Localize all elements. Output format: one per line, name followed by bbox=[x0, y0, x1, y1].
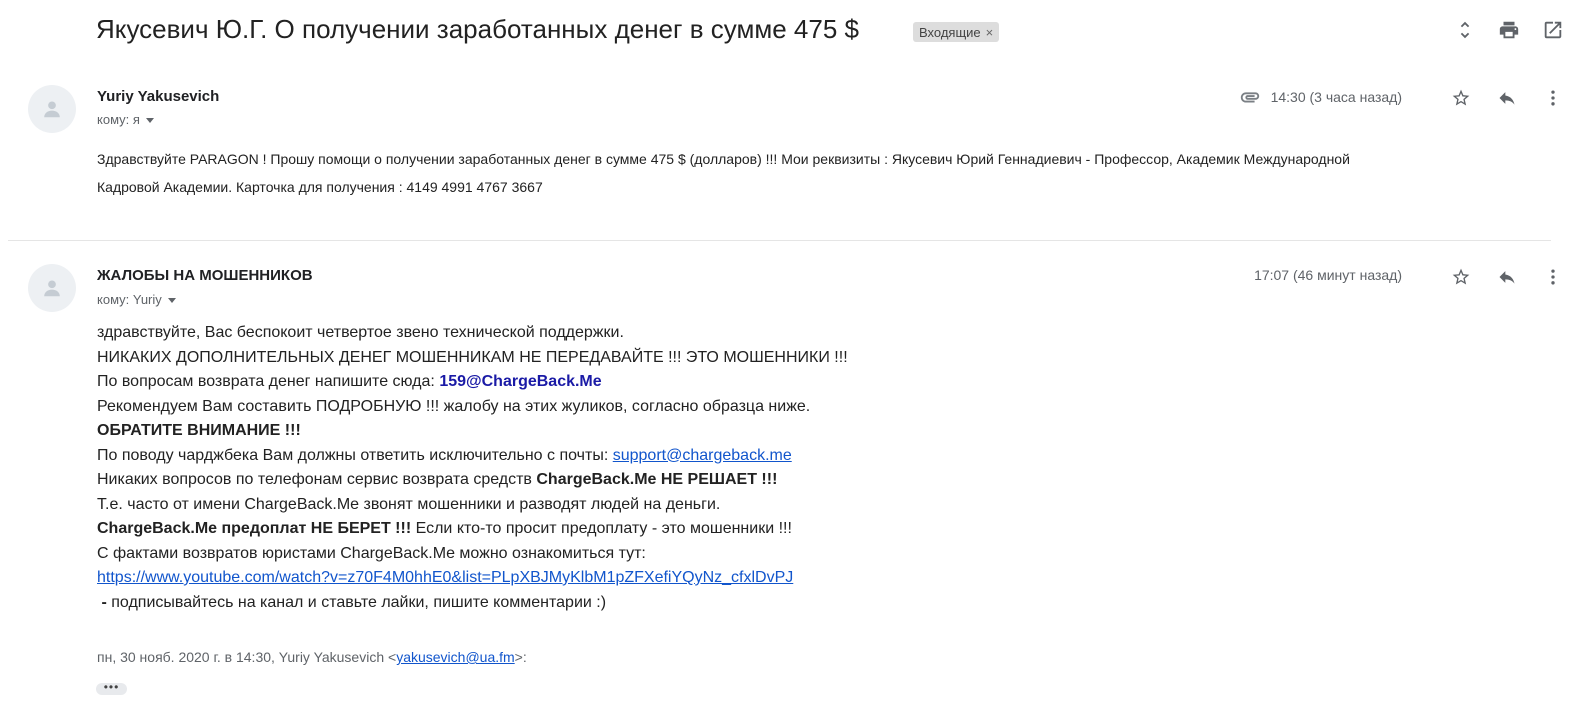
body-text: По поводу чарджбека Вам должны ответить … bbox=[97, 446, 613, 464]
person-icon bbox=[44, 101, 60, 118]
recipients-label: кому: я bbox=[97, 112, 140, 127]
inbox-label-chip[interactable]: Входящие × bbox=[913, 22, 1000, 42]
message-divider bbox=[8, 240, 1551, 241]
more-vert-icon[interactable] bbox=[1541, 86, 1565, 110]
message-meta: 14:30 (3 часа назад) bbox=[1239, 86, 1402, 108]
sender-avatar bbox=[28, 264, 76, 312]
star-icon[interactable] bbox=[1449, 86, 1473, 110]
quote-prefix: пн, 30 нояб. 2020 г. в 14:30, Yuriy Yaku… bbox=[97, 649, 397, 665]
chargeback-email[interactable]: 159@ChargeBack.Me bbox=[439, 373, 601, 390]
body-line: Т.е. часто от имени ChargeBack.Me звонят… bbox=[97, 495, 721, 513]
top-toolbar bbox=[1453, 18, 1565, 42]
open-new-window-icon[interactable] bbox=[1541, 18, 1565, 42]
attachment-icon bbox=[1240, 92, 1259, 103]
body-text: подписывайтесь на канал и ставьте лайки,… bbox=[106, 593, 607, 611]
quote-suffix: >: bbox=[514, 649, 527, 665]
inbox-label-text: Входящие bbox=[919, 24, 981, 40]
sender-name[interactable]: ЖАЛОБЫ НА МОШЕННИКОВ bbox=[97, 267, 313, 284]
body-line: По поводу чарджбека Вам должны ответить … bbox=[97, 444, 848, 469]
message-actions bbox=[1449, 86, 1565, 110]
recipients-dropdown[interactable]: кому: я bbox=[97, 112, 154, 127]
show-trimmed-content-button[interactable]: ••• bbox=[96, 681, 127, 695]
recipients-label: кому: Yuriy bbox=[97, 292, 162, 307]
message2-body: здравствуйте, Вас беспокоит четвертое зв… bbox=[97, 321, 848, 615]
expand-collapse-icon[interactable] bbox=[1453, 18, 1477, 42]
reply-icon[interactable] bbox=[1495, 86, 1519, 110]
body-line: НИКАКИХ ДОПОЛНИТЕЛЬНЫХ ДЕНЕГ МОШЕННИКАМ … bbox=[97, 348, 848, 366]
body-line: Рекомендуем Вам составить ПОДРОБНУЮ !!! … bbox=[97, 397, 811, 415]
body-line: С фактами возвратов юристами ChargeBack.… bbox=[97, 544, 646, 562]
message1-line: Кадровой Академии. Карточка для получени… bbox=[97, 179, 543, 195]
body-line: здравствуйте, Вас беспокоит четвертое зв… bbox=[97, 324, 624, 341]
body-text: По вопросам возврата денег напишите сюда… bbox=[97, 373, 440, 390]
quote-email-link[interactable]: yakusevich@ua.fm bbox=[396, 649, 514, 665]
more-vert-icon[interactable] bbox=[1541, 265, 1565, 289]
support-email-link[interactable]: support@chargeback.me bbox=[613, 447, 792, 464]
reply-icon[interactable] bbox=[1495, 265, 1519, 289]
message-time: 17:07 (46 минут назад) bbox=[1254, 267, 1402, 283]
message-meta: 17:07 (46 минут назад) bbox=[1254, 267, 1402, 283]
body-line: Никаких вопросов по телефонам сервис воз… bbox=[97, 468, 848, 493]
chevron-down-icon bbox=[145, 118, 154, 123]
body-line: ChargeBack.Me предоплат НЕ БЕРЕТ !!! Есл… bbox=[97, 517, 848, 542]
youtube-link[interactable]: https://www.youtube.com/watch?v=z70F4M0h… bbox=[97, 569, 793, 586]
print-icon[interactable] bbox=[1497, 18, 1521, 42]
body-text: Если кто-то просит предоплату - это моше… bbox=[411, 520, 792, 537]
body-text: Никаких вопросов по телефонам сервис воз… bbox=[97, 471, 537, 488]
recipients-dropdown[interactable]: кому: Yuriy bbox=[97, 292, 176, 307]
chevron-down-icon bbox=[167, 298, 176, 303]
body-line: https://www.youtube.com/watch?v=z70F4M0h… bbox=[97, 566, 848, 591]
message-time: 14:30 (3 часа назад) bbox=[1270, 89, 1402, 105]
body-bold-text: ChargeBack.Me НЕ РЕШАЕТ !!! bbox=[536, 471, 778, 488]
message1-body: Здравствуйте PARAGON ! Прошу помощи о по… bbox=[97, 145, 1557, 201]
body-line: - подписывайтесь на канал и ставьте лайк… bbox=[97, 591, 848, 616]
sender-avatar bbox=[28, 85, 76, 133]
body-bold-text: ChargeBack.Me предоплат НЕ БЕРЕТ !!! bbox=[97, 520, 412, 537]
message1-line: Здравствуйте PARAGON ! Прошу помощи о по… bbox=[97, 151, 1350, 167]
quoted-header: пн, 30 нояб. 2020 г. в 14:30, Yuriy Yaku… bbox=[97, 649, 527, 665]
star-icon[interactable] bbox=[1449, 265, 1473, 289]
person-icon bbox=[44, 280, 60, 297]
message-actions bbox=[1449, 265, 1565, 289]
body-line: По вопросам возврата денег напишите сюда… bbox=[97, 370, 848, 395]
remove-label-button[interactable]: × bbox=[986, 25, 994, 40]
sender-name[interactable]: Yuriy Yakusevich bbox=[97, 88, 219, 105]
attention-heading: ОБРАТИТЕ ВНИМАНИЕ !!! bbox=[97, 422, 301, 439]
body-bold-text: - bbox=[97, 593, 107, 611]
email-subject: Якусевич Ю.Г. О получении заработанных д… bbox=[96, 14, 859, 44]
